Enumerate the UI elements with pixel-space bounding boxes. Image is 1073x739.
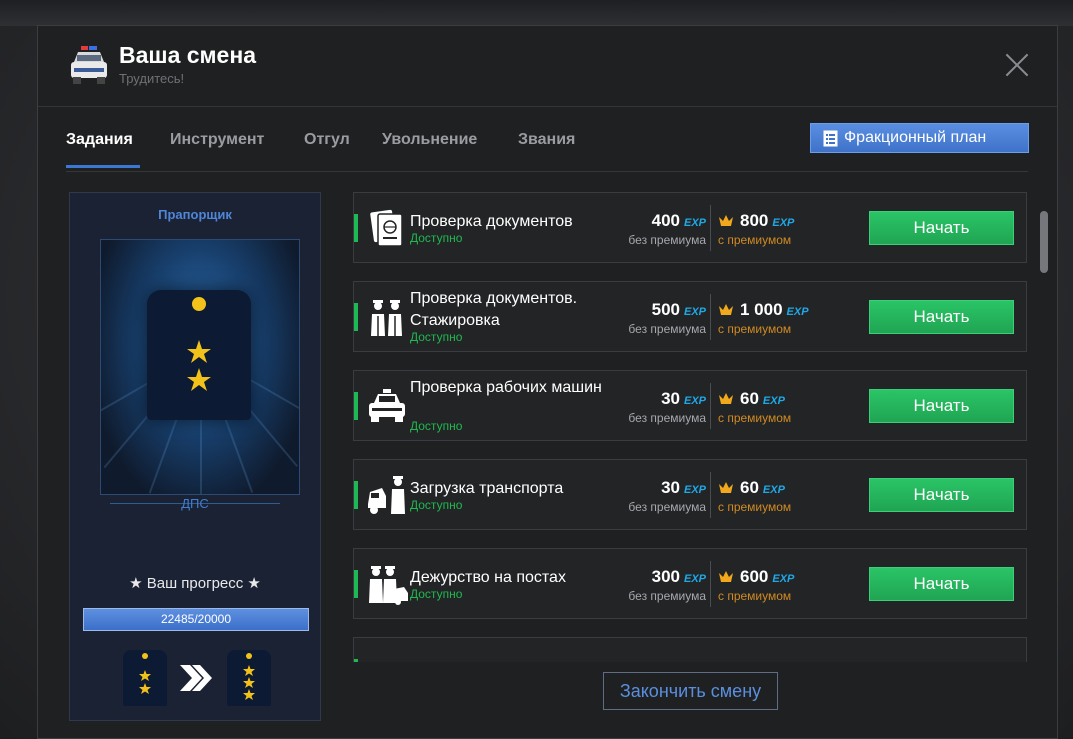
close-icon[interactable] — [1005, 53, 1029, 77]
reward-base: 300 EXP без премиума — [628, 567, 706, 603]
start-button[interactable]: Начать — [869, 478, 1014, 512]
task-name: Проверка рабочих машин — [410, 379, 602, 396]
task-row: Загрузка транспорта Доступно 30 EXP без п… — [353, 459, 1027, 530]
task-status: Доступно — [410, 419, 463, 433]
progress-bar: 22485/20000 — [83, 608, 309, 631]
task-status: Доступно — [410, 498, 463, 512]
modal-subtitle: Трудитесь! — [119, 71, 185, 86]
police-car-icon — [71, 46, 107, 84]
crown-icon — [719, 571, 733, 582]
reward-premium: 60 EXP с премиумом — [718, 389, 792, 425]
tab-tools[interactable]: Инструмент — [170, 131, 264, 149]
task-name: Проверка документов — [410, 213, 573, 230]
task-row: Проверка документов. Стажировка Доступно… — [353, 281, 1027, 352]
modal-header: Ваша смена Трудитесь! — [38, 26, 1057, 107]
post-duty-icon — [369, 566, 408, 605]
modal-title: Ваша смена — [119, 42, 257, 68]
crown-icon — [719, 304, 733, 315]
task-row-partial — [353, 637, 1027, 662]
rank-name: Прапорщик — [158, 207, 232, 222]
task-name: Загрузка транспорта — [410, 480, 564, 497]
passport-icon — [370, 209, 403, 247]
start-button[interactable]: Начать — [869, 567, 1014, 601]
crown-icon — [719, 482, 733, 493]
faction-plan-label: Фракционный план — [844, 129, 987, 146]
crown-icon — [719, 393, 733, 404]
task-name: Дежурство на постах — [410, 569, 566, 586]
reward-base: 500 EXP без премиума — [628, 300, 706, 336]
reward-premium: 60 EXP с премиумом — [718, 478, 792, 514]
reward-premium: 600 EXP с премиумом — [718, 567, 795, 603]
epaulet-icon — [147, 290, 251, 420]
active-tab-indicator — [66, 165, 140, 168]
start-button[interactable]: Начать — [869, 300, 1014, 334]
start-button[interactable]: Начать — [869, 389, 1014, 423]
task-status: Доступно — [410, 231, 463, 245]
task-row: Проверка рабочих машин Доступно 30 EXP бе… — [353, 370, 1027, 441]
rank-card — [100, 239, 300, 495]
tab-dismissal[interactable]: Увольнение — [382, 131, 477, 149]
shift-modal: Ваша смена Трудитесь! Задания Инструмент… — [37, 25, 1058, 739]
progress-text: 22485/20000 — [160, 612, 232, 626]
task-list: Проверка документов Доступно 400 EXP без … — [351, 192, 1033, 662]
progress-label: ★ Ваш прогресс ★ — [129, 575, 261, 592]
task-row: Дежурство на постах Доступно 300 EXP без … — [353, 548, 1027, 619]
officers-icon — [371, 300, 402, 336]
rank-unit: ДПС — [181, 496, 209, 511]
current-rank-epaulet-icon — [123, 650, 167, 706]
reward-base: 30 EXP без премиума — [628, 478, 706, 514]
crown-icon — [719, 215, 733, 226]
reward-base: 30 EXP без премиума — [628, 389, 706, 425]
finish-shift-button[interactable]: Закончить смену — [603, 672, 778, 710]
tab-dayoff[interactable]: Отгул — [304, 131, 350, 149]
next-rank-arrow-icon — [180, 665, 212, 691]
tow-officer-icon — [368, 476, 405, 514]
checklist-icon — [823, 130, 838, 147]
reward-premium: 800 EXP с премиумом — [718, 211, 795, 247]
scrollbar-thumb[interactable] — [1040, 211, 1048, 273]
task-name: Проверка документов. Стажировка — [410, 290, 578, 329]
task-status: Доступно — [410, 330, 463, 344]
tab-tasks[interactable]: Задания — [66, 131, 133, 149]
task-row: Проверка документов Доступно 400 EXP без … — [353, 192, 1027, 263]
start-button[interactable]: Начать — [869, 211, 1014, 245]
faction-plan-button[interactable]: Фракционный план — [810, 123, 1029, 153]
background-beam — [0, 0, 1073, 26]
rank-panel: Прапорщик ДПС ★ Ваш прогресс ★ 22485/200… — [69, 192, 321, 721]
reward-premium: 1 000 EXP с премиумом — [718, 300, 809, 336]
task-status: Доступно — [410, 587, 463, 601]
next-rank-epaulet-icon — [227, 650, 271, 706]
police-car-icon — [369, 389, 405, 422]
tab-ranks[interactable]: Звания — [518, 131, 575, 149]
reward-base: 400 EXP без премиума — [628, 211, 706, 247]
